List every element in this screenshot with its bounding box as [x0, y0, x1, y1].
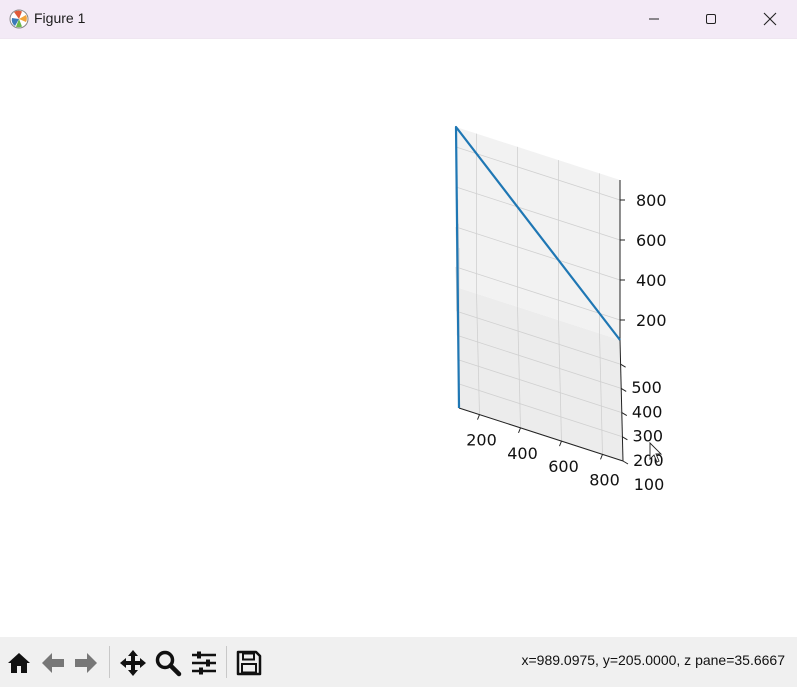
- matplotlib-app-icon: [9, 9, 29, 29]
- save-button[interactable]: [234, 648, 264, 678]
- toolbar-separator: [226, 646, 227, 678]
- y-tick: [622, 436, 628, 441]
- x-tick-label: 400: [507, 444, 538, 463]
- z-tick-label: 200: [636, 311, 667, 330]
- z-tick-label: 400: [636, 271, 667, 290]
- home-button[interactable]: [4, 648, 34, 678]
- y-tick: [622, 460, 629, 465]
- configure-subplots-icon: [192, 651, 216, 675]
- home-icon: [8, 653, 30, 673]
- x-tick-label: 600: [548, 457, 579, 476]
- forward-button[interactable]: [71, 648, 101, 678]
- window-title: Figure 1: [34, 10, 86, 26]
- maximize-icon: [706, 14, 716, 24]
- navigation-toolbar: x=989.0975, y=205.0000, z pane=35.6667: [0, 637, 797, 687]
- y-tick: [620, 363, 626, 368]
- z-tick-label: 600: [636, 231, 667, 250]
- x-tick: [559, 440, 562, 447]
- x-tick: [600, 454, 603, 460]
- x-tick: [518, 427, 521, 434]
- close-button[interactable]: [743, 0, 797, 38]
- minimize-button[interactable]: [627, 0, 681, 38]
- y-tick: [621, 412, 628, 417]
- close-icon: [763, 12, 777, 26]
- save-icon: [236, 650, 262, 676]
- pan-icon: [120, 650, 146, 676]
- y-tick-label: 400: [632, 402, 663, 421]
- y-tick-label: 100: [634, 475, 665, 494]
- cursor-coordinates: x=989.0975, y=205.0000, z pane=35.6667: [521, 652, 785, 668]
- y-tick: [620, 387, 627, 392]
- x-tick-label: 800: [589, 470, 620, 489]
- title-bar: Figure 1: [0, 0, 797, 39]
- x-tick-label: 200: [466, 431, 497, 450]
- pan-button[interactable]: [118, 648, 148, 678]
- 3d-axes[interactable]: 200400600800 100200300400500200400600800: [0, 39, 797, 637]
- toolbar-separator: [109, 646, 110, 678]
- y-tick-label: 300: [633, 427, 664, 446]
- zoom-icon: [155, 650, 182, 677]
- minimize-icon: [649, 18, 659, 20]
- x-tick: [477, 414, 480, 420]
- forward-icon: [75, 653, 97, 673]
- maximize-button[interactable]: [684, 0, 738, 38]
- zoom-button[interactable]: [153, 648, 183, 678]
- y-tick-label: 500: [631, 378, 662, 397]
- back-icon: [42, 653, 64, 673]
- z-tick-label: 800: [636, 191, 667, 210]
- configure-subplots-button[interactable]: [189, 648, 219, 678]
- back-button[interactable]: [38, 648, 68, 678]
- figure-canvas[interactable]: 200 400 600 800 100 200 300 400 500 200 400 600 800: [0, 39, 797, 637]
